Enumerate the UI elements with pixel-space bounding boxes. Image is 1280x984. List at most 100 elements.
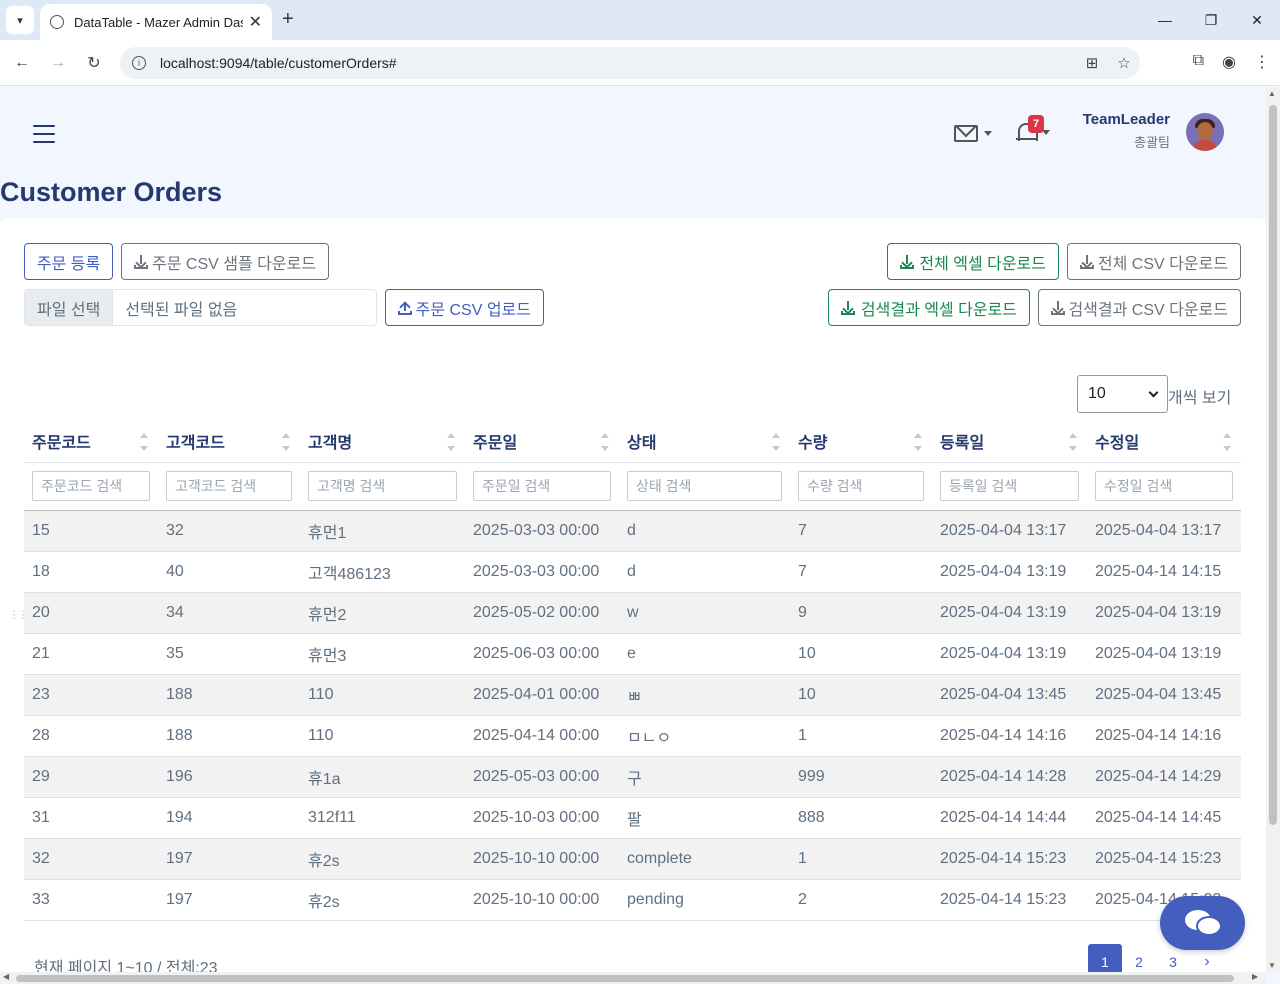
table-cell: 2025-04-04 13:19	[1087, 633, 1241, 675]
close-window-button[interactable]: ✕	[1234, 0, 1280, 40]
csv-sample-download-button[interactable]: 주문 CSV 샘플 다운로드	[121, 243, 329, 280]
notification-dropdown[interactable]: 7	[1016, 115, 1050, 143]
table-cell: 2025-10-10 00:00	[465, 838, 619, 880]
table-cell: 2025-04-04 13:17	[1087, 510, 1241, 552]
vertical-scrollbar[interactable]: ▲ ▼	[1266, 87, 1280, 972]
column-header[interactable]: 수정일	[1087, 420, 1241, 463]
table-row[interactable]: 23 188 110 2025-04-01 00:00 ㅃ 10 2025-04-04 13…	[24, 674, 1241, 716]
column-header[interactable]: 상태	[619, 420, 790, 463]
address-bar[interactable]: i localhost:9094/table/customerOrders# ⊞…	[120, 47, 1140, 79]
horizontal-scroll-thumb[interactable]	[16, 975, 1234, 982]
scroll-down-icon[interactable]: ▼	[1268, 961, 1276, 970]
scroll-left-icon[interactable]: ◀	[3, 972, 9, 981]
table-row[interactable]: 31 194 312f11 2025-10-03 00:00 팔 888 2025-04-1…	[24, 797, 1241, 839]
sort-icon	[140, 433, 148, 451]
column-header[interactable]: 수량	[790, 420, 932, 463]
hamburger-menu-icon[interactable]	[33, 125, 55, 143]
table-cell: 2025-03-03 00:00	[465, 551, 619, 593]
result-excel-download-button[interactable]: 검색결과 엑셀 다운로드	[828, 289, 1030, 326]
filter-input-updated[interactable]	[1095, 471, 1233, 501]
mail-dropdown[interactable]	[954, 125, 992, 142]
table-row[interactable]: 20 34 휴먼2 2025-05-02 00:00 w 9 2025-04-04 13:1…	[24, 592, 1241, 634]
extensions-icon[interactable]: ⧉	[1193, 52, 1204, 72]
table-cell: 20	[24, 592, 158, 634]
table-cell: 32	[158, 510, 300, 552]
filter-input-status[interactable]	[627, 471, 782, 501]
filter-input-quantity[interactable]	[798, 471, 924, 501]
drag-handle-icon[interactable]: ⋮⋮	[9, 610, 28, 621]
horizontal-scrollbar[interactable]: ◀ ▶	[0, 972, 1266, 984]
upload-icon	[398, 301, 412, 315]
column-header[interactable]: 주문일	[465, 420, 619, 463]
sort-icon	[772, 433, 780, 451]
forward-button[interactable]: →	[47, 52, 69, 74]
table-cell: 312f11	[300, 797, 465, 839]
browser-actions: ⧉ ◉ ⋮	[1193, 52, 1270, 72]
table-cell: 2025-04-14 15:23	[1087, 838, 1241, 880]
table-row[interactable]: 28 188 110 2025-04-14 00:00 ㅁㄴㅇ 1 2025-04-14 1…	[24, 715, 1241, 757]
new-tab-button[interactable]: +	[282, 8, 294, 31]
restore-button[interactable]: ❐	[1188, 0, 1234, 40]
filter-input-order-code[interactable]	[32, 471, 150, 501]
vertical-scroll-thumb[interactable]	[1269, 105, 1277, 825]
sort-icon	[601, 433, 609, 451]
tab-close-icon[interactable]: ✕	[249, 12, 262, 32]
table-cell: 21	[24, 633, 158, 675]
table-row[interactable]: 21 35 휴먼3 2025-06-03 00:00 e 10 2025-04-04 13:…	[24, 633, 1241, 675]
minimize-button[interactable]: —	[1142, 0, 1188, 40]
scroll-right-icon[interactable]: ▶	[1252, 972, 1258, 981]
column-header[interactable]: 주문코드	[24, 420, 158, 463]
table-cell: 2025-04-04 13:19	[932, 551, 1087, 593]
user-info[interactable]: TeamLeader 총괄팀	[1060, 111, 1170, 151]
avatar[interactable]	[1186, 113, 1224, 151]
all-excel-download-button[interactable]: 전체 엑셀 다운로드	[887, 243, 1059, 280]
user-team: 총괄팀	[1134, 135, 1170, 150]
translate-icon[interactable]: ⊞	[1076, 54, 1108, 72]
filter-input-customer-code[interactable]	[166, 471, 292, 501]
table-cell: ㅁㄴㅇ	[619, 715, 790, 757]
table-cell: 휴2s	[300, 879, 465, 921]
filter-input-created[interactable]	[940, 471, 1079, 501]
table-cell: 2025-04-04 13:19	[932, 592, 1087, 634]
tab-search-button[interactable]: ▾	[6, 6, 34, 34]
table-cell: 2025-06-03 00:00	[465, 633, 619, 675]
register-order-button[interactable]: 주문 등록	[24, 243, 113, 280]
table-cell: 9	[790, 592, 932, 634]
result-csv-download-button[interactable]: 검색결과 CSV 다운로드	[1038, 289, 1241, 326]
table-cell: 23	[24, 674, 158, 716]
file-choose-button[interactable]: 파일 선택	[25, 290, 114, 325]
table-cell: 31	[24, 797, 158, 839]
table-cell: 2025-04-14 14:45	[1087, 797, 1241, 839]
bookmark-star-icon[interactable]: ☆	[1108, 54, 1140, 72]
table-row[interactable]: 33 197 휴2s 2025-10-10 00:00 pending 2 2025-04-…	[24, 879, 1241, 921]
url-text: localhost:9094/table/customerOrders#	[160, 55, 397, 71]
table-row[interactable]: 18 40 고객486123 2025-03-03 00:00 d 7 2025-04-04…	[24, 551, 1241, 593]
browser-tab[interactable]: DataTable - Mazer Admin Das ✕	[40, 4, 272, 40]
back-button[interactable]: ←	[11, 52, 33, 74]
column-header[interactable]: 고객명	[300, 420, 465, 463]
table-cell: 197	[158, 838, 300, 880]
table-row[interactable]: 15 32 휴먼1 2025-03-03 00:00 d 7 2025-04-04 13:1…	[24, 510, 1241, 552]
table-row[interactable]: 29 196 휴1a 2025-05-03 00:00 구 999 2025-04-14 1…	[24, 756, 1241, 798]
table-cell: d	[619, 551, 790, 593]
filter-input-customer-name[interactable]	[308, 471, 457, 501]
filter-input-order-date[interactable]	[473, 471, 611, 501]
profile-icon[interactable]: ◉	[1222, 52, 1236, 72]
table-cell: 2	[790, 879, 932, 921]
tab-title: DataTable - Mazer Admin Das	[74, 14, 243, 30]
sort-icon	[1223, 433, 1231, 451]
result-excel-download-label: 검색결과 엑셀 다운로드	[860, 301, 1017, 319]
chat-button[interactable]	[1160, 896, 1245, 950]
menu-kebab-icon[interactable]: ⋮	[1254, 52, 1270, 72]
site-info-icon[interactable]: i	[132, 56, 146, 70]
column-header[interactable]: 고객코드	[158, 420, 300, 463]
table-row[interactable]: 32 197 휴2s 2025-10-10 00:00 complete 1 2025-04…	[24, 838, 1241, 880]
csv-upload-button[interactable]: 주문 CSV 업로드	[385, 289, 544, 326]
all-csv-download-button[interactable]: 전체 CSV 다운로드	[1067, 243, 1241, 280]
reload-button[interactable]: ↻	[83, 52, 105, 74]
page-length-select[interactable]: 10	[1077, 375, 1168, 413]
column-header[interactable]: 등록일	[932, 420, 1087, 463]
file-input[interactable]: 파일 선택 선택된 파일 없음	[24, 289, 377, 326]
sort-icon	[914, 433, 922, 451]
scroll-up-icon[interactable]: ▲	[1268, 89, 1276, 98]
